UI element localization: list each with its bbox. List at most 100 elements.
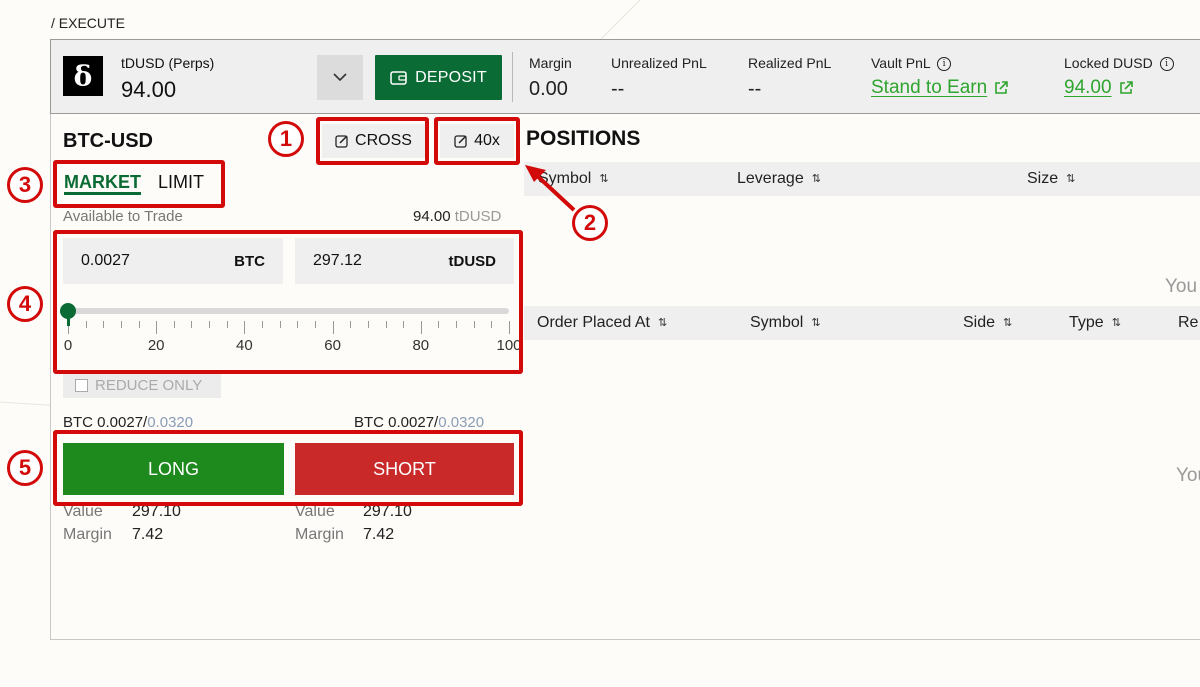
size-usd-value: 297.12 bbox=[313, 252, 362, 269]
slider-tick bbox=[420, 321, 422, 334]
long-value: 297.10 bbox=[132, 503, 181, 520]
short-margin: 7.42 bbox=[363, 526, 395, 543]
margin-mode-button[interactable]: CROSS bbox=[322, 124, 425, 158]
column-side-label: Side bbox=[963, 314, 996, 331]
margin-mode-label: CROSS bbox=[355, 132, 412, 149]
breadcrumb: / EXECUTE bbox=[51, 15, 125, 31]
short-qty-max: 0.0320 bbox=[438, 414, 485, 431]
slider-tick bbox=[367, 321, 369, 328]
realized-pnl-label: Realized PnL bbox=[748, 55, 832, 71]
size-btc-unit: BTC bbox=[234, 252, 265, 270]
orders-empty-text: You bbox=[1176, 465, 1200, 486]
locked-dusd-link[interactable]: 94.00 bbox=[1064, 77, 1134, 99]
column-size[interactable]: Size ⇅ bbox=[1027, 170, 1075, 188]
column-order-placed-at[interactable]: Order Placed At ⇅ bbox=[537, 314, 667, 332]
size-slider-track[interactable] bbox=[68, 308, 509, 314]
short-qty-current: BTC 0.0027/ bbox=[354, 414, 439, 431]
external-link-icon bbox=[995, 81, 1009, 94]
column-size-label: Size bbox=[1027, 170, 1059, 187]
vault-pnl-value[interactable]: Stand to Earn bbox=[871, 77, 987, 99]
long-margin-label: Margin bbox=[63, 526, 112, 543]
size-usd-input[interactable]: 297.12 tDUSD bbox=[295, 238, 514, 284]
deposit-label: DEPOSIT bbox=[415, 68, 487, 86]
locked-dusd-label: Locked DUSD bbox=[1064, 55, 1153, 71]
vault-pnl-link[interactable]: Stand to Earn bbox=[871, 77, 1009, 99]
vault-pnl-header: Vault PnL i bbox=[871, 55, 952, 72]
size-btc-input[interactable]: 0.0027 BTC bbox=[63, 238, 283, 284]
slider-tick bbox=[262, 321, 264, 328]
column-symbol[interactable]: Symbol ⇅ bbox=[538, 170, 609, 188]
column-re[interactable]: Re bbox=[1178, 314, 1198, 332]
locked-dusd-header: Locked DUSD i bbox=[1064, 55, 1174, 72]
long-value-label: Value bbox=[63, 503, 103, 520]
column-type-label: Type bbox=[1069, 314, 1104, 331]
info-icon[interactable]: i bbox=[1159, 57, 1174, 72]
annotation-badge-2: 2 bbox=[572, 205, 608, 241]
edit-icon bbox=[335, 135, 348, 148]
column-leverage[interactable]: Leverage ⇅ bbox=[737, 170, 821, 188]
reduce-only-checkbox[interactable]: REDUCE ONLY bbox=[63, 372, 221, 398]
slider-tick bbox=[350, 321, 352, 328]
available-amount: 94.00 bbox=[413, 208, 451, 225]
slider-tick bbox=[173, 321, 175, 328]
sort-icon: ⇅ bbox=[1111, 316, 1121, 329]
reduce-only-label: REDUCE ONLY bbox=[95, 376, 203, 394]
slider-label: 40 bbox=[236, 337, 253, 354]
column-order-symbol[interactable]: Symbol ⇅ bbox=[750, 314, 821, 332]
market-pair-title: BTC-USD bbox=[63, 130, 153, 152]
annotation-badge-1: 1 bbox=[268, 121, 304, 157]
column-type[interactable]: Type ⇅ bbox=[1069, 314, 1121, 332]
divider bbox=[512, 52, 513, 102]
locked-dusd-value[interactable]: 94.00 bbox=[1064, 77, 1112, 99]
annotation-badge-4: 4 bbox=[7, 286, 43, 322]
realized-pnl-value: -- bbox=[748, 78, 762, 100]
info-icon[interactable]: i bbox=[937, 57, 952, 72]
column-side[interactable]: Side ⇅ bbox=[963, 314, 1012, 332]
slider-tick bbox=[491, 321, 493, 328]
slider-tick bbox=[314, 321, 316, 328]
chevron-down-icon bbox=[333, 73, 347, 82]
sort-icon: ⇅ bbox=[1066, 172, 1076, 185]
short-margin-label: Margin bbox=[295, 526, 344, 543]
positions-empty-text: You bbox=[1165, 276, 1198, 297]
edit-icon bbox=[454, 135, 467, 148]
size-slider-thumb[interactable] bbox=[60, 303, 76, 319]
checkbox-icon bbox=[75, 378, 88, 392]
margin-label: Margin bbox=[529, 55, 572, 71]
slider-label: 60 bbox=[324, 337, 341, 354]
annotation-badge-5: 5 bbox=[7, 450, 43, 486]
short-qty: BTC 0.0027/0.0320 bbox=[354, 414, 484, 431]
long-qty: BTC 0.0027/0.0320 bbox=[63, 414, 193, 431]
long-qty-max: 0.0320 bbox=[147, 414, 194, 431]
long-qty-current: BTC 0.0027/ bbox=[63, 414, 148, 431]
short-button[interactable]: SHORT bbox=[295, 443, 514, 495]
account-bar bbox=[50, 39, 1200, 114]
short-value: 297.10 bbox=[363, 503, 412, 520]
sort-icon: ⇅ bbox=[811, 316, 821, 329]
slider-tick bbox=[456, 321, 458, 328]
deposit-button[interactable]: DEPOSIT bbox=[375, 55, 502, 100]
tab-market[interactable]: MARKET bbox=[64, 172, 141, 193]
annotation-badge-3: 3 bbox=[7, 167, 43, 203]
tab-limit[interactable]: LIMIT bbox=[158, 172, 204, 193]
slider-label: 100 bbox=[496, 337, 522, 354]
slider-tick bbox=[156, 321, 158, 334]
sort-icon: ⇅ bbox=[599, 172, 609, 185]
wallet-icon bbox=[390, 71, 407, 85]
slider-tick bbox=[138, 321, 140, 328]
slider-tick bbox=[509, 321, 510, 334]
slider-tick bbox=[244, 321, 246, 334]
size-usd-unit: tDUSD bbox=[448, 252, 497, 270]
column-order-symbol-label: Symbol bbox=[750, 314, 804, 331]
leverage-button[interactable]: 40x bbox=[440, 124, 514, 158]
column-leverage-label: Leverage bbox=[737, 170, 804, 187]
external-link-icon bbox=[1119, 81, 1133, 94]
slider-tick bbox=[120, 321, 122, 328]
unrealized-pnl-value: -- bbox=[611, 78, 625, 100]
column-symbol-label: Symbol bbox=[538, 170, 592, 187]
slider-tick bbox=[191, 321, 193, 328]
slider-label: 0 bbox=[63, 337, 73, 354]
margin-value: 0.00 bbox=[529, 78, 568, 100]
long-button[interactable]: LONG bbox=[63, 443, 284, 495]
account-dropdown-button[interactable] bbox=[317, 55, 363, 100]
